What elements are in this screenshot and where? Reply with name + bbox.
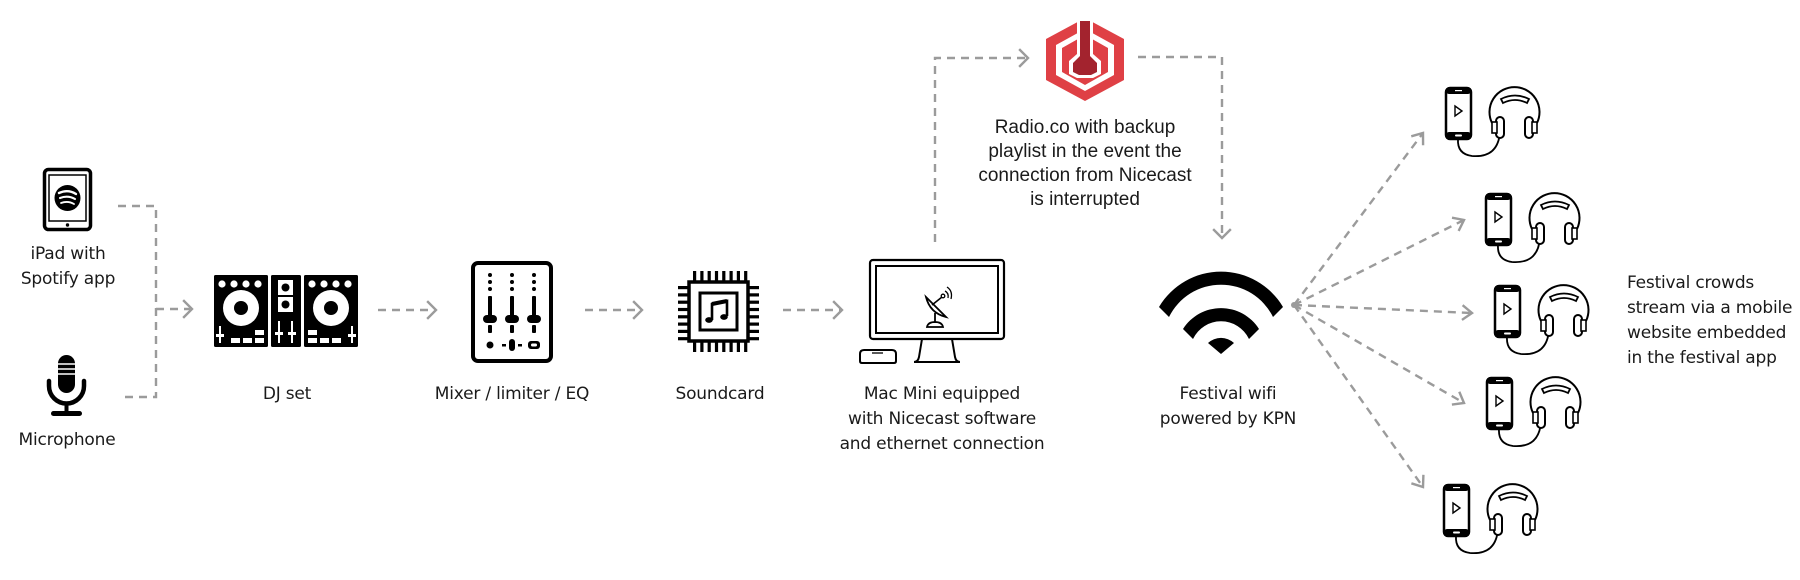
listeners-label: Festival crowds stream via a mobile webs… xyxy=(1627,273,1793,368)
edge-wifi-to-listener-3 xyxy=(1293,303,1474,321)
smartphone-icon xyxy=(1484,192,1513,247)
radio-co-label: Radio.co with backup playlist in the eve… xyxy=(978,117,1192,210)
edge-soundcard-to-mac-mini xyxy=(783,300,844,320)
smartphone-icon xyxy=(1444,86,1473,141)
edge-dj-set-to-mixer xyxy=(378,300,438,320)
phone-headphones-icon xyxy=(1493,284,1590,355)
smartphone-icon xyxy=(1493,284,1522,339)
phone-headphones-icon xyxy=(1484,192,1581,263)
headphones-icon xyxy=(1488,86,1541,139)
smartphone-icon xyxy=(1485,376,1514,431)
mac-mini-icon xyxy=(859,349,897,364)
dj-set-label: DJ set xyxy=(262,384,312,404)
mac-mini-label: Mac Mini equipped with Nicecast software… xyxy=(839,384,1045,454)
tablet-spotify-icon xyxy=(42,167,93,232)
edge-wifi-to-listener-2 xyxy=(1293,216,1466,307)
mixer-label: Mixer / limiter / EQ xyxy=(434,384,590,404)
edge-wifi-to-listeners xyxy=(1291,131,1474,489)
ipad-label: iPad with Spotify app xyxy=(20,244,116,289)
headphones-icon xyxy=(1486,483,1539,536)
wifi-icon xyxy=(1159,271,1283,354)
radio-co-logo-icon xyxy=(1046,18,1124,101)
listeners-group xyxy=(1442,86,1590,554)
dj-controller-icon xyxy=(214,275,358,347)
soundcard-chip-icon xyxy=(678,271,759,352)
headphones-icon xyxy=(1528,192,1581,245)
monitor-satellite-icon xyxy=(859,258,1006,364)
microphone-label: Microphone xyxy=(18,430,116,450)
wifi-label: Festival wifi powered by KPN xyxy=(1159,384,1297,429)
microphone-icon xyxy=(46,355,87,416)
mixer-faders-icon xyxy=(471,261,553,363)
edge-wifi-to-listener-5 xyxy=(1293,304,1425,489)
smartphone-icon xyxy=(1442,483,1471,538)
headphones-icon xyxy=(1529,376,1582,429)
diagram-canvas xyxy=(42,18,1590,554)
phone-headphones-icon xyxy=(1485,376,1582,447)
edge-wifi-to-listener-4 xyxy=(1293,303,1466,406)
edge-sources-to-dj-set xyxy=(118,204,194,399)
phone-headphones-icon xyxy=(1442,483,1539,554)
phone-headphones-icon xyxy=(1444,86,1541,157)
edge-wifi-to-listener-1 xyxy=(1293,131,1425,306)
headphones-icon xyxy=(1537,284,1590,337)
edge-mixer-to-soundcard xyxy=(585,300,644,320)
soundcard-label: Soundcard xyxy=(675,384,765,404)
